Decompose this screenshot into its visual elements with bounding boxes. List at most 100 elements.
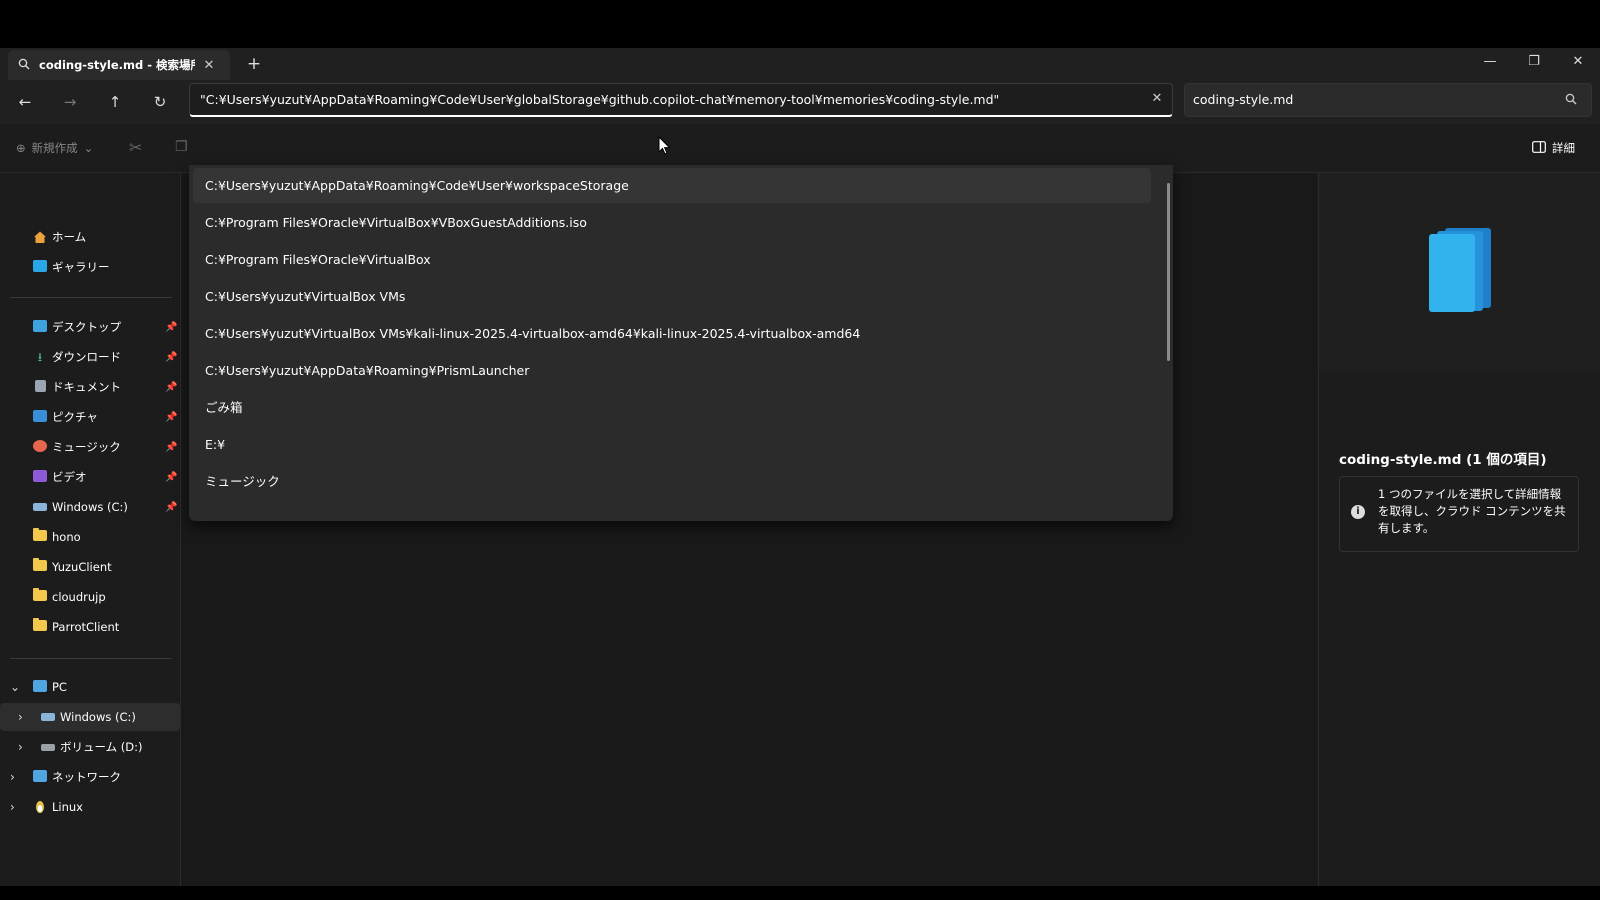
sidebar-item-label: ネットワーク (52, 770, 121, 784)
back-button[interactable]: ← (13, 90, 37, 114)
search-input[interactable]: coding-style.md (1184, 83, 1592, 117)
desktop-icon (32, 320, 48, 334)
drive-icon (40, 710, 56, 724)
sidebar-item-label: ギャラリー (52, 260, 110, 274)
music-icon (32, 440, 48, 454)
folder-icon (32, 618, 48, 634)
bottom-edge (0, 886, 1600, 900)
sidebar-item-label: ピクチャ (52, 410, 98, 424)
sidebar-item-hono[interactable]: hono (0, 523, 180, 551)
chevron-right-icon[interactable]: › (18, 740, 23, 754)
gallery-icon (32, 260, 48, 274)
chevron-right-icon[interactable]: › (10, 800, 15, 814)
mouse-cursor-icon (658, 136, 671, 155)
close-window-button[interactable]: ✕ (1556, 48, 1600, 80)
info-icon: i (1351, 505, 1365, 519)
new-tab-button[interactable]: + (244, 54, 264, 74)
details-pane: coding-style.md (1 個の項目) i 1 つのファイルを選択して… (1318, 173, 1600, 886)
suggestion-item[interactable]: ミュージック (193, 464, 1151, 499)
refresh-button[interactable]: ↻ (148, 90, 172, 114)
cut-icon[interactable]: ✂ (129, 138, 142, 157)
pin-icon[interactable]: 📌 (165, 382, 177, 393)
suggestion-item[interactable]: C:¥Users¥yuzut¥AppData¥Roaming¥Code¥User… (193, 168, 1151, 203)
sidebar-item-label: Windows (C:) (60, 710, 136, 724)
pin-icon[interactable]: 📌 (165, 502, 177, 513)
new-button-label: 新規作成 (31, 141, 78, 155)
sidebar-item-volume-d[interactable]: › ボリューム (D:) (0, 733, 180, 761)
sidebar-item-label: Windows (C:) (52, 500, 128, 514)
sidebar-item-documents[interactable]: ドキュメント 📌 (0, 373, 180, 401)
sidebar-item-linux[interactable]: › Linux (0, 793, 180, 821)
divider (10, 658, 172, 659)
download-icon: ⭳ (37, 350, 43, 364)
sidebar-item-yuzuclient[interactable]: YuzuClient (0, 553, 180, 581)
pin-icon[interactable]: 📌 (165, 442, 177, 453)
pc-icon (32, 680, 48, 694)
sidebar-item-label: YuzuClient (52, 560, 112, 574)
chevron-right-icon[interactable]: › (10, 770, 15, 784)
address-suggestions-dropdown: C:¥Users¥yuzut¥AppData¥Roaming¥Code¥User… (189, 165, 1173, 521)
pin-icon[interactable]: 📌 (165, 412, 177, 423)
sidebar-item-home[interactable]: ホーム (0, 223, 180, 251)
sidebar-item-label: ビデオ (52, 470, 87, 484)
plus-circle-icon: ⊕ (16, 141, 26, 155)
sidebar-item-downloads[interactable]: ⭳ ダウンロード 📌 (0, 343, 180, 371)
pin-icon[interactable]: 📌 (165, 352, 177, 363)
sidebar-item-label: hono (52, 530, 81, 544)
sidebar-item-label: PC (52, 680, 67, 694)
chevron-down-icon[interactable]: ⌄ (10, 680, 20, 694)
sidebar-item-label: Linux (52, 800, 83, 814)
sidebar-item-parrotclient[interactable]: ParrotClient (0, 613, 180, 641)
sidebar-item-network[interactable]: › ネットワーク (0, 763, 180, 791)
details-pane-icon (1532, 140, 1546, 156)
sidebar-item-tree-windows-c[interactable]: › Windows (C:) (0, 703, 180, 731)
info-box: i 1 つのファイルを選択して詳細情報を取得し、クラウド コンテンツを共有します… (1339, 476, 1579, 552)
sidebar-item-label: デスクトップ (52, 320, 121, 334)
suggestion-item[interactable]: C:¥Users¥yuzut¥VirtualBox VMs¥kali-linux… (193, 316, 1151, 351)
drive-icon (40, 740, 56, 754)
minimize-button[interactable]: — (1468, 48, 1512, 80)
search-icon[interactable] (1565, 93, 1577, 108)
info-text: 1 つのファイルを選択して詳細情報を取得し、クラウド コンテンツを共有します。 (1378, 487, 1566, 535)
dropdown-scrollbar[interactable] (1167, 183, 1170, 361)
title-bar: coding-style.md - 検索場所: Co ✕ + — ❐ ✕ (0, 48, 1600, 80)
restore-button[interactable]: ❐ (1512, 48, 1556, 80)
clear-address-icon[interactable]: ✕ (1149, 91, 1165, 107)
new-button[interactable]: ⊕ 新規作成 ⌄ (16, 140, 93, 156)
pin-icon[interactable]: 📌 (165, 322, 177, 333)
up-button[interactable]: ↑ (103, 90, 127, 114)
sidebar-item-windows-c[interactable]: Windows (C:) 📌 (0, 493, 180, 521)
suggestion-item[interactable]: C:¥Users¥yuzut¥VirtualBox VMs (193, 279, 1151, 314)
folder-icon (32, 558, 48, 574)
sidebar-item-videos[interactable]: ビデオ 📌 (0, 463, 180, 491)
navigation-toolbar: ← → ↑ ↻ "C:¥Users¥yuzut¥AppData¥Roaming¥… (0, 80, 1600, 124)
sidebar-item-pictures[interactable]: ピクチャ 📌 (0, 403, 180, 431)
sidebar-item-gallery[interactable]: ギャラリー (0, 253, 180, 281)
details-label: 詳細 (1552, 141, 1575, 155)
chevron-right-icon[interactable]: › (18, 710, 23, 724)
suggestion-item[interactable]: C:¥Program Files¥Oracle¥VirtualBox (193, 242, 1151, 277)
sidebar-item-desktop[interactable]: デスクトップ 📌 (0, 313, 180, 341)
pin-icon[interactable]: 📌 (165, 472, 177, 483)
sidebar-item-cloudrujp[interactable]: cloudrujp (0, 583, 180, 611)
folder-icon (32, 528, 48, 544)
forward-button[interactable]: → (58, 90, 82, 114)
sidebar-item-label: ダウンロード (52, 350, 121, 364)
sidebar-item-label: ミュージック (52, 440, 121, 454)
address-bar-input[interactable]: "C:¥Users¥yuzut¥AppData¥Roaming¥Code¥Use… (189, 83, 1173, 117)
details-pane-button[interactable]: 詳細 (1532, 140, 1575, 156)
tab-search-results[interactable]: coding-style.md - 検索場所: Co ✕ (8, 50, 230, 80)
video-icon (32, 470, 48, 484)
suggestion-item[interactable]: ごみ箱 (193, 390, 1151, 425)
network-icon (32, 770, 48, 784)
suggestion-item[interactable]: C:¥Program Files¥Oracle¥VirtualBox¥VBoxG… (193, 205, 1151, 240)
suggestion-item[interactable]: E:¥ (193, 427, 1151, 462)
suggestion-item[interactable]: C:¥Users¥yuzut¥AppData¥Roaming¥PrismLaun… (193, 353, 1151, 388)
close-tab-icon[interactable]: ✕ (201, 58, 217, 73)
sidebar-item-pc[interactable]: ⌄ PC (0, 673, 180, 701)
copy-icon[interactable]: ❐ (175, 139, 188, 155)
sidebar-item-music[interactable]: ミュージック 📌 (0, 433, 180, 461)
linux-icon (32, 800, 48, 814)
divider (10, 297, 172, 298)
tab-title: coding-style.md - 検索場所: Co (39, 58, 195, 72)
